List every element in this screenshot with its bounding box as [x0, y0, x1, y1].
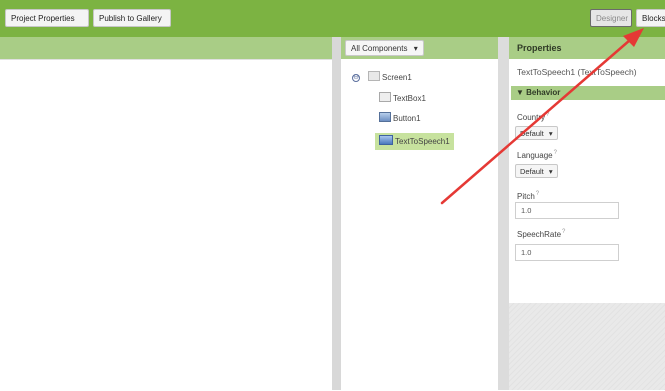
viewer-panel — [0, 37, 332, 390]
properties-content: TextToSpeech1 (TextToSpeech) ▼ Behavior … — [509, 59, 665, 303]
components-header: All Components ▾ — [341, 37, 498, 59]
country-label: Country? — [517, 112, 549, 122]
tree-item-texttospeech1[interactable]: TextToSpeech1 — [375, 133, 454, 150]
language-label-text: Language — [517, 151, 553, 160]
chevron-down-icon: ▾ — [413, 44, 418, 53]
properties-panel: Properties TextToSpeech1 (TextToSpeech) … — [509, 37, 665, 390]
viewer-header — [0, 37, 332, 59]
panel-divider — [498, 37, 509, 390]
screen-icon — [368, 71, 380, 81]
country-label-text: Country — [517, 113, 546, 122]
button-icon — [379, 112, 391, 122]
country-dropdown[interactable]: Default ▾ — [515, 126, 558, 140]
all-components-dropdown[interactable]: All Components ▾ — [345, 40, 424, 56]
chevron-down-icon: ▾ — [548, 129, 553, 138]
help-icon[interactable]: ? — [536, 191, 539, 197]
panel-divider — [332, 37, 341, 390]
properties-title: Properties — [509, 37, 665, 59]
project-properties-button[interactable]: Project Properties — [5, 9, 89, 27]
tree-item-label: TextBox1 — [393, 94, 426, 103]
textbox-icon — [379, 92, 391, 102]
selected-component-name: TextToSpeech1 (TextToSpeech) — [517, 67, 637, 77]
pitch-label: Pitch? — [517, 191, 539, 201]
tree-item-label: Screen1 — [382, 73, 412, 82]
tree-item-label: Button1 — [393, 114, 421, 123]
speechrate-label-text: SpeechRate — [517, 230, 562, 239]
components-panel: All Components ▾ ⊖ Screen1 TextBox1 Butt… — [341, 37, 498, 390]
publish-to-gallery-button[interactable]: Publish to Gallery — [93, 9, 171, 27]
pitch-label-text: Pitch — [517, 192, 535, 201]
speechrate-label: SpeechRate? — [517, 229, 565, 239]
top-toolbar: Project Properties Publish to Gallery De… — [0, 0, 665, 37]
tree-item-label: TextToSpeech1 — [395, 137, 450, 146]
help-icon[interactable]: ? — [554, 150, 557, 156]
designer-button[interactable]: Designer — [590, 9, 632, 27]
section-label: Behavior — [526, 88, 561, 97]
triangle-down-icon: ▼ — [516, 88, 524, 97]
help-icon[interactable]: ? — [562, 229, 565, 235]
help-icon[interactable]: ? — [546, 112, 549, 118]
behavior-section-header[interactable]: ▼ Behavior — [511, 86, 665, 100]
properties-empty-area — [509, 303, 665, 390]
viewer-canvas[interactable] — [0, 59, 332, 391]
text-to-speech-icon — [379, 135, 393, 145]
tree-item-screen1[interactable]: Screen1 — [368, 71, 412, 84]
language-label: Language? — [517, 150, 557, 160]
blocks-button[interactable]: Blocks — [636, 9, 665, 27]
pitch-input[interactable]: 1.0 — [515, 202, 619, 219]
tree-item-textbox1[interactable]: TextBox1 — [379, 92, 426, 105]
all-components-label: All Components — [351, 44, 408, 53]
collapse-toggle-icon[interactable]: ⊖ — [352, 74, 360, 82]
country-value: Default — [520, 129, 544, 138]
language-dropdown[interactable]: Default ▾ — [515, 164, 558, 178]
chevron-down-icon: ▾ — [548, 167, 553, 176]
language-value: Default — [520, 167, 544, 176]
speechrate-input[interactable]: 1.0 — [515, 244, 619, 261]
tree-item-button1[interactable]: Button1 — [379, 112, 421, 125]
